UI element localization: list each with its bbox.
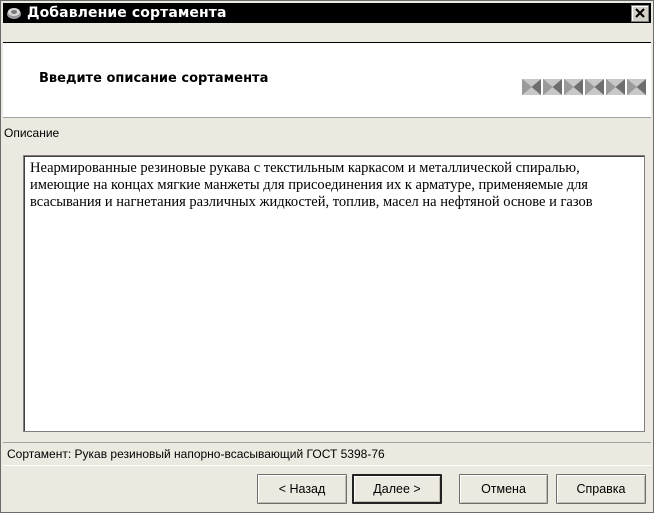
- assortment-icon: [6, 5, 22, 21]
- cancel-button[interactable]: Отмена: [459, 474, 548, 504]
- step-indicator-icon: [585, 79, 604, 95]
- step-indicator: [522, 79, 646, 95]
- page-title: Введите описание сортамента: [39, 71, 269, 86]
- close-button[interactable]: [631, 5, 649, 22]
- step-indicator-icon: [606, 79, 625, 95]
- step-indicator-icon: [564, 79, 583, 95]
- header-panel: Введите описание сортамента: [3, 42, 651, 118]
- close-icon: [635, 5, 645, 23]
- dialog-window: Добавление сортамента Введите описание с…: [0, 0, 654, 513]
- status-text: Сортамент: Рукав резиновый напорно-всасы…: [7, 447, 385, 461]
- status-bar: Сортамент: Рукав резиновый напорно-всасы…: [3, 442, 651, 466]
- step-indicator-icon: [522, 79, 541, 95]
- back-button[interactable]: < Назад: [257, 474, 347, 504]
- help-button[interactable]: Справка: [556, 474, 646, 504]
- description-label: Описание: [4, 126, 60, 140]
- next-button[interactable]: Далее >: [352, 474, 442, 504]
- step-indicator-icon: [543, 79, 562, 95]
- window-title: Добавление сортамента: [27, 5, 227, 21]
- title-bar[interactable]: Добавление сортамента: [3, 3, 651, 23]
- step-indicator-icon: [627, 79, 646, 95]
- description-textarea[interactable]: Неармированные резиновые рукава с тексти…: [23, 155, 645, 432]
